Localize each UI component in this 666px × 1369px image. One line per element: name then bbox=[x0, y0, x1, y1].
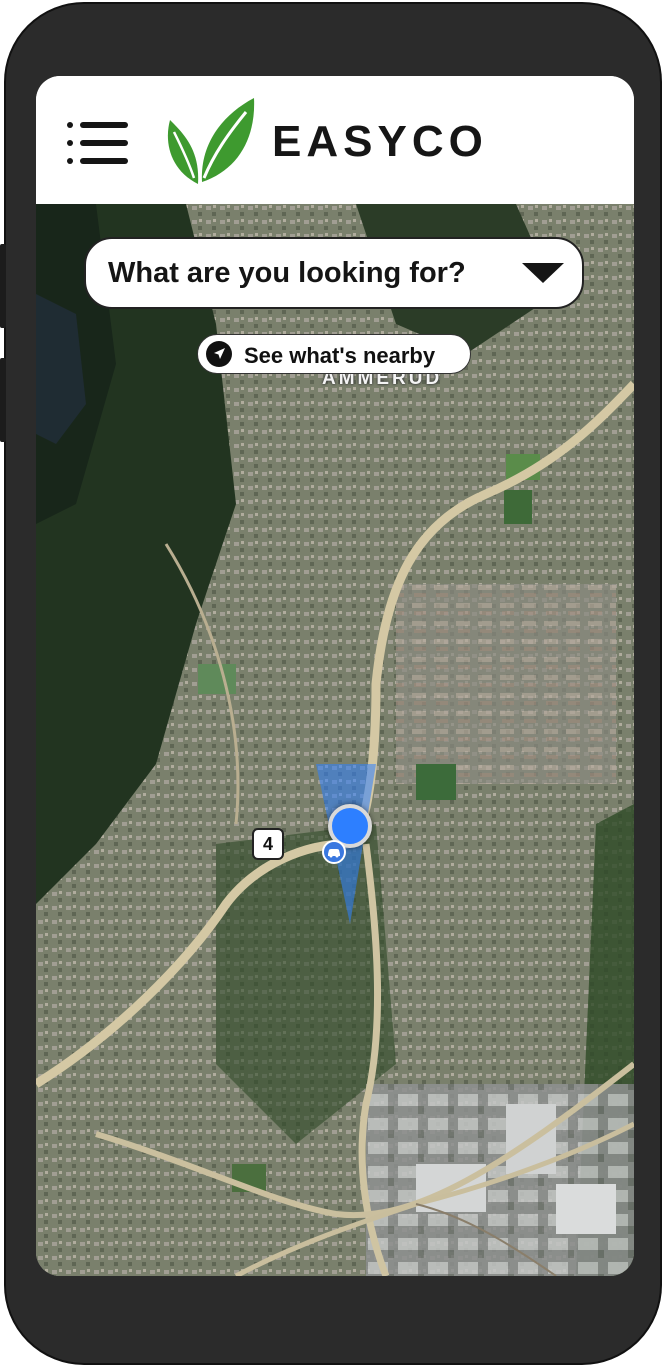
app-header: EASYCO bbox=[36, 76, 634, 204]
leaf-logo-icon bbox=[167, 98, 255, 184]
car-marker[interactable] bbox=[322, 840, 346, 864]
volume-up-button bbox=[0, 244, 6, 328]
search-dropdown[interactable]: What are you looking for? bbox=[84, 237, 584, 309]
car-icon bbox=[328, 849, 340, 858]
brand-name: EASYCO bbox=[272, 117, 488, 166]
volume-down-button bbox=[0, 358, 6, 442]
see-nearby-button[interactable]: See what's nearby bbox=[197, 334, 471, 374]
navigation-arrow-icon bbox=[206, 341, 232, 367]
search-dropdown-label: What are you looking for? bbox=[108, 257, 466, 289]
app-screen: EASYCO AMMERUD 4 What are you looking fo… bbox=[36, 76, 634, 1276]
see-nearby-label: See what's nearby bbox=[244, 343, 436, 368]
menu-button[interactable] bbox=[64, 120, 130, 166]
road-number-badge: 4 bbox=[252, 828, 284, 860]
hamburger-menu-icon bbox=[67, 122, 128, 164]
caret-down-icon bbox=[522, 263, 564, 283]
